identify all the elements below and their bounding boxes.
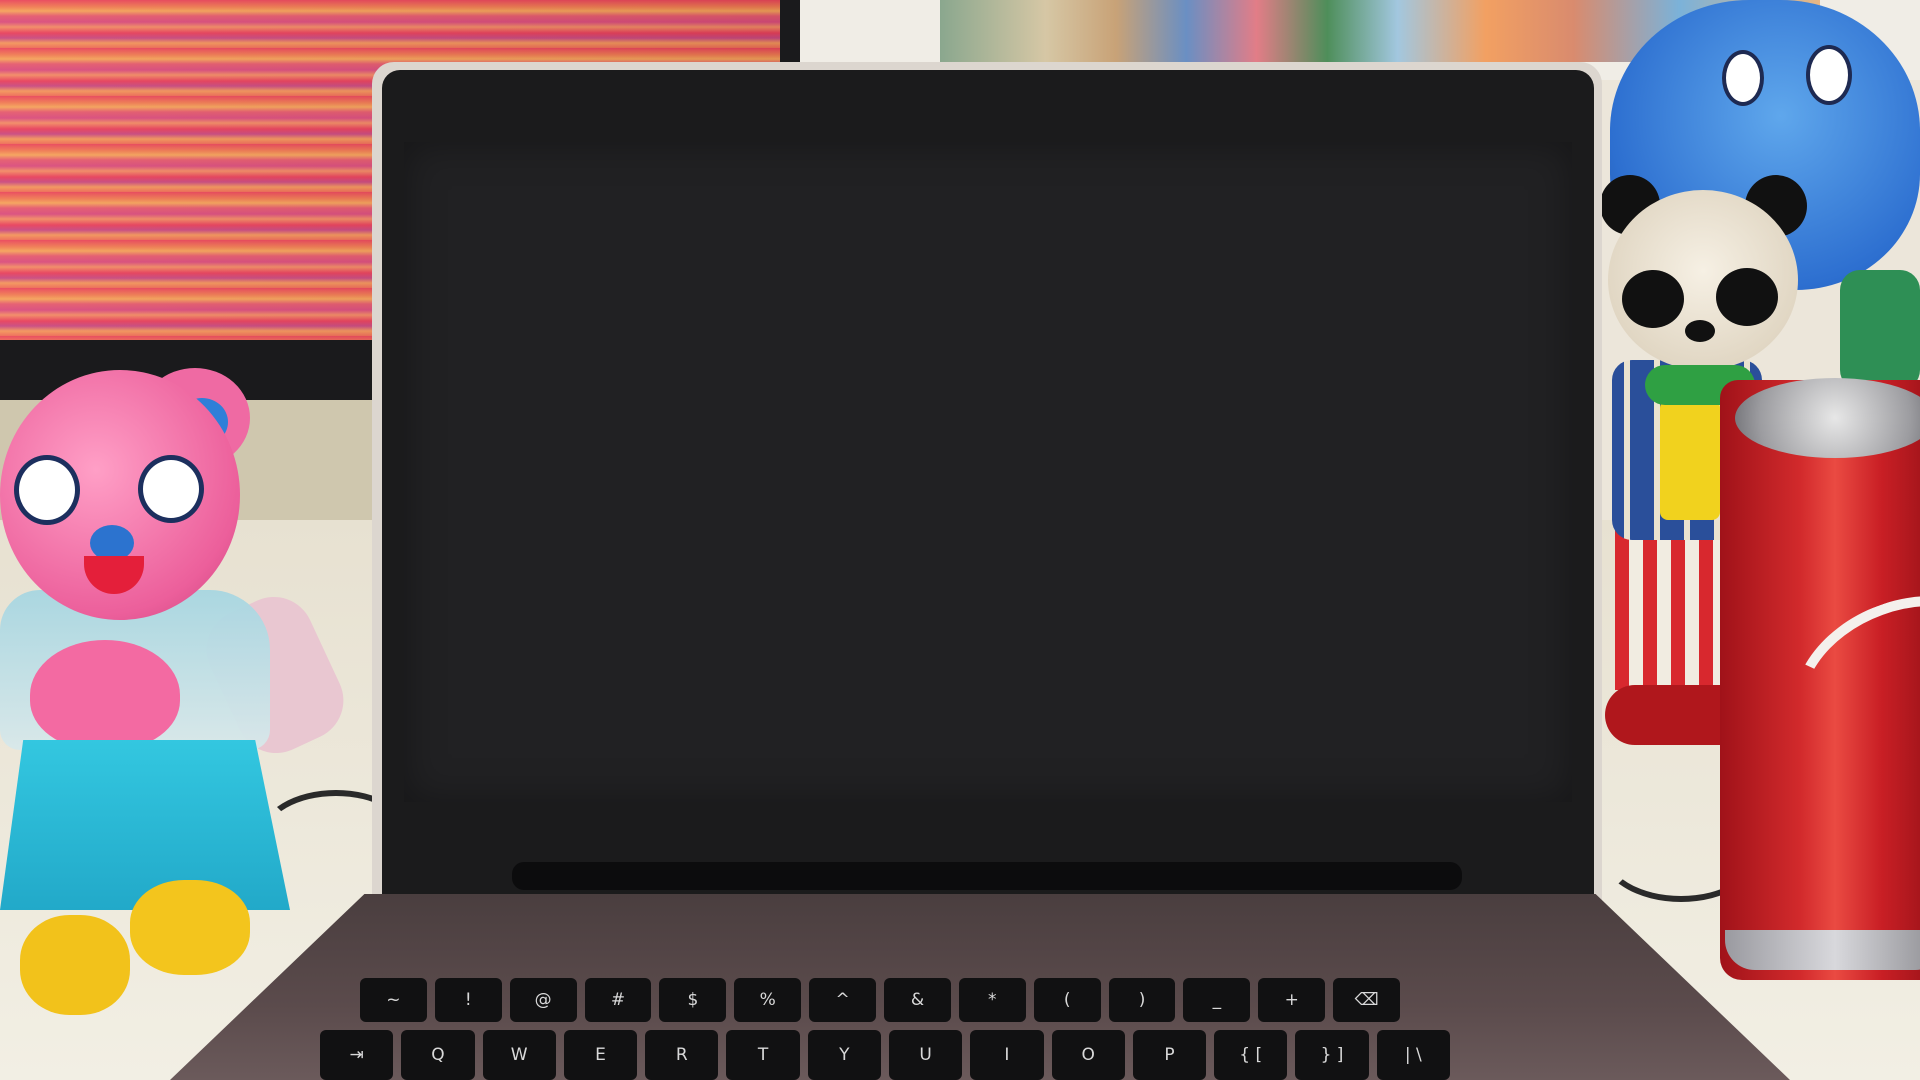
soda-can-bottom — [1725, 930, 1920, 970]
bear-skirt — [0, 740, 290, 910]
keyboard-key[interactable]: + — [1258, 978, 1326, 1022]
bear-foot-left — [20, 915, 130, 1015]
panda-nose — [1685, 320, 1715, 342]
keyboard-key[interactable]: P — [1132, 1030, 1207, 1080]
bear-eye-left — [14, 455, 80, 525]
keyboard-letter-row: ⇥ Q W E R T Y U I O P{ [} ] | \ — [320, 1030, 1450, 1080]
keyboard-key[interactable]: * — [958, 978, 1026, 1022]
keyboard-key[interactable]: @ — [509, 978, 577, 1022]
keyboard-key[interactable]: R — [645, 1030, 719, 1080]
keyboard-key[interactable]: { [ — [1214, 1030, 1288, 1080]
panda-eye-right — [1716, 268, 1778, 326]
keyboard-key[interactable]: _ — [1183, 978, 1251, 1022]
keyboard-key[interactable]: Y — [807, 1030, 881, 1080]
panda-eye-left — [1622, 270, 1684, 328]
keyboard-key[interactable]: O — [1051, 1030, 1125, 1080]
elephant-eye-left — [1722, 50, 1764, 106]
soda-can-lid — [1735, 378, 1920, 458]
keyboard-key[interactable]: & — [884, 978, 951, 1022]
bear-heart-shirt — [30, 640, 180, 750]
keyboard-key[interactable]: ! — [434, 978, 502, 1022]
keyboard-key[interactable]: } ] — [1295, 1030, 1369, 1080]
keyboard-key[interactable]: ^ — [809, 978, 877, 1022]
bear-foot-right — [130, 880, 250, 975]
keyboard-key[interactable]: ⌫ — [1333, 978, 1401, 1022]
keyboard-key[interactable]: ) — [1108, 978, 1176, 1022]
keyboard-key[interactable]: W — [482, 1030, 556, 1080]
green-figure — [1840, 270, 1920, 390]
bear-eye-right — [138, 455, 204, 523]
keyboard-key[interactable]: Q — [401, 1030, 475, 1080]
keyboard-key[interactable]: % — [734, 978, 802, 1022]
keyboard-key[interactable]: ~ — [360, 978, 427, 1022]
laptop-keyboard: ~! @ # $% ^ & *() _ + ⌫ ⇥ Q W E R T Y U I O P{ [} ] | \ — [320, 944, 1580, 1080]
keyboard-key[interactable]: $ — [659, 978, 727, 1022]
keyboard-key[interactable]: | \ — [1376, 1030, 1450, 1080]
keyboard-key[interactable]: ( — [1033, 978, 1101, 1022]
keyboard-key[interactable]: I — [970, 1030, 1044, 1080]
keyboard-key[interactable]: T — [726, 1030, 800, 1080]
keyboard-number-row: ~! @ # $% ^ & *() _ + ⌫ — [360, 978, 1401, 1022]
laptop-screen[interactable] — [404, 142, 1572, 802]
keyboard-key[interactable]: # — [584, 978, 652, 1022]
keyboard-key[interactable]: ⇥ — [320, 1030, 394, 1080]
keyboard-key[interactable]: E — [563, 1030, 638, 1080]
laptop-hinge — [512, 862, 1462, 890]
elephant-eye-right — [1806, 45, 1852, 105]
keyboard-key[interactable]: U — [888, 1030, 963, 1080]
panda-vest — [1660, 400, 1720, 520]
